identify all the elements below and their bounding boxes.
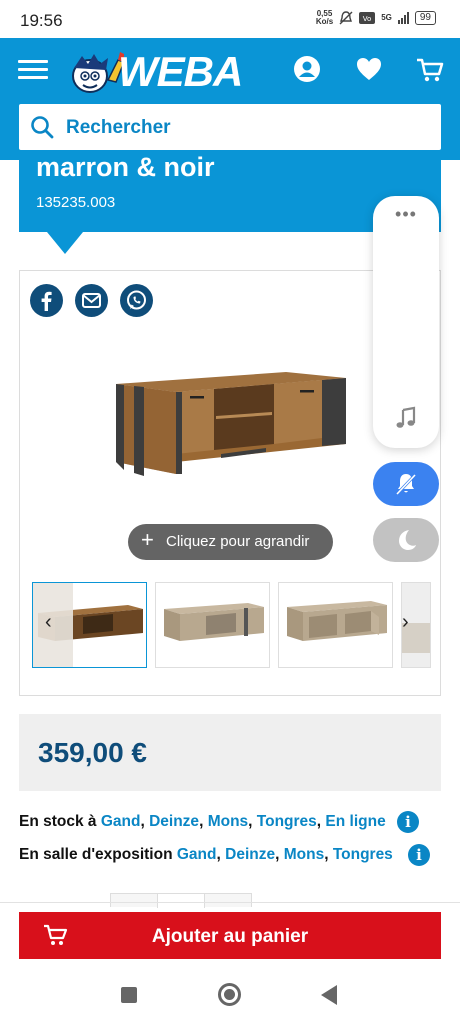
battery-icon: 99 — [414, 11, 436, 25]
showroom-label: En salle d'exposition — [19, 846, 173, 863]
net-speed: 0,55 Ko/s — [315, 9, 334, 26]
facebook-icon — [41, 291, 52, 311]
thumbnail-3[interactable] — [278, 582, 393, 668]
zoom-button[interactable]: + Cliquez pour agrandir — [128, 524, 333, 560]
quantity-stepper[interactable] — [110, 893, 252, 908]
account-icon[interactable] — [292, 54, 322, 84]
status-time: 19:56 — [20, 11, 63, 30]
moon-icon — [399, 530, 416, 550]
status-icons: 0,55 Ko/s Vo 5G 99 — [316, 10, 436, 26]
home-icon[interactable] — [218, 983, 241, 1006]
share-facebook-button[interactable] — [30, 284, 63, 317]
heart-icon[interactable] — [354, 54, 384, 84]
chevron-left-icon[interactable]: ‹ — [45, 611, 65, 641]
zoom-label: Cliquez pour agrandir — [166, 533, 310, 550]
chevron-right-icon[interactable]: › — [402, 611, 422, 641]
sound-overlay-panel[interactable]: ••• — [373, 196, 439, 448]
stock-label: En stock à — [19, 813, 97, 830]
plus-icon: + — [141, 527, 154, 552]
add-to-cart-label: Ajouter au panier — [151, 926, 309, 947]
stock-location-mons[interactable]: Mons — [208, 813, 248, 830]
music-note-icon[interactable] — [395, 406, 417, 430]
bell-off-icon — [395, 473, 417, 496]
showroom-location-mons[interactable]: Mons — [284, 846, 324, 863]
product-image[interactable] — [116, 366, 346, 478]
product-price: 359,00 € — [38, 737, 147, 768]
price-box: 359,00 € — [19, 714, 441, 791]
menu-icon[interactable] — [18, 60, 48, 82]
mail-icon — [82, 293, 101, 308]
stock-location-tongres[interactable]: Tongres — [257, 813, 317, 830]
back-icon[interactable] — [321, 985, 337, 1005]
add-to-cart-button[interactable]: Ajouter au panier — [19, 912, 441, 959]
search-bar[interactable]: Rechercher — [19, 104, 441, 150]
stock-location-gand[interactable]: Gand — [101, 813, 141, 830]
stock-location-deinze[interactable]: Deinze — [149, 813, 199, 830]
search-icon — [31, 116, 54, 139]
stock-location-online[interactable]: En ligne — [325, 813, 385, 830]
share-whatsapp-button[interactable] — [120, 284, 153, 317]
product-reference: 135235.003 — [36, 194, 116, 211]
recent-apps-icon[interactable] — [121, 987, 137, 1003]
search-input[interactable]: Rechercher — [66, 117, 171, 139]
network-type: 5G — [381, 13, 392, 22]
quantity-field[interactable] — [157, 894, 205, 908]
mute-bell-icon — [339, 11, 353, 25]
whatsapp-icon — [127, 290, 146, 310]
divider — [0, 902, 460, 903]
stock-info-icon[interactable]: i — [397, 811, 419, 833]
brand-wordmark: WEBA — [118, 48, 243, 95]
title-pointer — [47, 232, 83, 254]
thumbnail-2[interactable] — [155, 582, 270, 668]
showroom-location-tongres[interactable]: Tongres — [333, 846, 393, 863]
showroom-info-icon[interactable]: i — [408, 844, 430, 866]
showroom-availability: En salle d'exposition Gand, Deinze, Mons… — [19, 846, 393, 863]
svg-text:Vo: Vo — [363, 15, 372, 23]
mute-toggle-button[interactable] — [373, 462, 439, 506]
signal-icon — [397, 12, 409, 24]
stock-availability: En stock à Gand, Deinze, Mons, Tongres, … — [19, 813, 386, 830]
share-mail-button[interactable] — [75, 284, 108, 317]
dark-mode-toggle-button[interactable] — [373, 518, 439, 562]
system-nav-bar — [0, 966, 460, 1024]
product-title: marron & noir — [36, 152, 215, 182]
volte-icon: Vo — [359, 12, 376, 24]
site-header: WEBA Rechercher — [0, 38, 460, 160]
cart-icon[interactable] — [415, 54, 445, 84]
weba-logo[interactable]: WEBA — [62, 48, 267, 96]
showroom-location-gand[interactable]: Gand — [177, 846, 217, 863]
showroom-location-deinze[interactable]: Deinze — [225, 846, 275, 863]
more-icon[interactable]: ••• — [373, 204, 439, 225]
status-bar: 19:56 0,55 Ko/s Vo 5G 99 — [0, 0, 460, 38]
